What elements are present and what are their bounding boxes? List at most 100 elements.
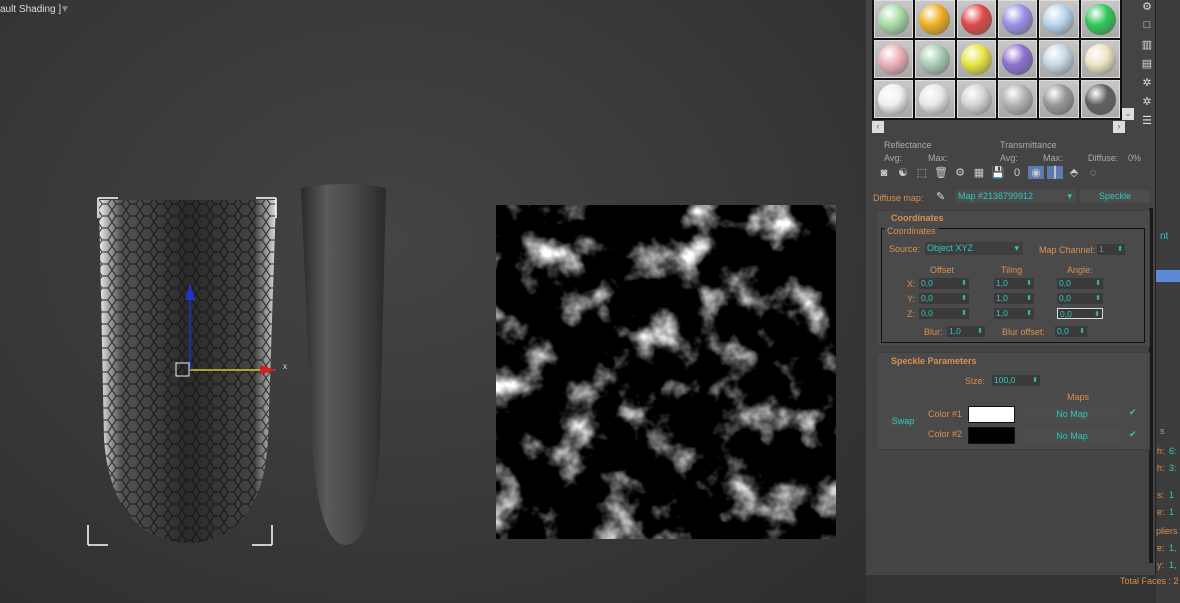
speckle-parameters-rollout: Speckle Parameters Size: 100,0 Maps Swap… (876, 352, 1150, 450)
diffuse-value: 0% (1128, 153, 1142, 163)
color2-swatch[interactable] (968, 427, 1015, 444)
backlight-icon[interactable]: ▥ (1138, 38, 1156, 57)
svg-text:x: x (283, 362, 287, 371)
uv-tiling-icon[interactable]: ✲ (1138, 76, 1156, 95)
color2-map-button[interactable]: No Map (1023, 428, 1121, 444)
material-slot[interactable] (874, 80, 914, 118)
scroll-down-button[interactable]: ⌄ (1122, 108, 1134, 120)
pick-material-icon[interactable]: ⚙ (1138, 0, 1156, 19)
material-slot[interactable] (874, 0, 914, 38)
toolbar-button-5-icon[interactable]: ▦ (971, 166, 987, 179)
eyedropper-icon[interactable]: ✎ (936, 190, 945, 203)
toolbar-button-11-icon[interactable]: ◌ (1085, 167, 1101, 179)
material-slot[interactable] (915, 80, 955, 118)
material-slot[interactable] (956, 0, 996, 38)
material-slot[interactable] (1080, 0, 1120, 38)
background-icon[interactable]: ▤ (1138, 57, 1156, 76)
source-label: Source: (889, 244, 921, 254)
speckle-rollout-title[interactable]: Speckle Parameters (891, 356, 977, 366)
material-sphere (919, 83, 951, 115)
color1-map-checkbox[interactable]: ✔ (1129, 407, 1137, 418)
axis-label: Z: (907, 309, 915, 319)
offset-field[interactable]: 0,0 (919, 293, 969, 304)
blur-offset-field[interactable]: 0,0 (1055, 326, 1087, 337)
angle-field[interactable]: 0,0 (1057, 278, 1103, 289)
avg-label-2: Avg: (1000, 153, 1018, 163)
material-slot[interactable] (997, 40, 1038, 78)
toolbar-button-3-icon[interactable]: 🗑 (933, 166, 949, 179)
material-toolbar: ◙ ☯ ⬚ 🗑 ⚙ ▦ 💾 0 ◉ ┃ ⬘ ◌ (876, 166, 1104, 179)
cmd-value-4[interactable]: 1 (1169, 507, 1174, 517)
material-slot[interactable] (1080, 80, 1120, 118)
toolbar-button-4-icon[interactable]: ⚙ (952, 166, 968, 179)
cmd-value-5[interactable]: 1, (1169, 543, 1177, 553)
map-name-dropdown[interactable]: Map #2138799912 ▾ (955, 190, 1076, 203)
toolbar-button-7-icon[interactable]: 0 (1009, 167, 1025, 179)
material-sphere (1084, 83, 1116, 115)
material-slot[interactable] (1039, 0, 1079, 38)
make-preview-icon[interactable]: ☰ (1138, 114, 1156, 133)
angle-field[interactable]: 0,0 (1057, 293, 1103, 304)
tiling-field[interactable]: 1,0 (994, 278, 1034, 289)
source-dropdown[interactable]: Object XYZ ▾ (925, 242, 1023, 255)
video-check-icon[interactable]: ✲ (1138, 95, 1156, 114)
cmd-value-6[interactable]: 1, (1169, 560, 1177, 570)
material-slot[interactable] (874, 40, 914, 78)
speckle-texture-preview (496, 205, 836, 539)
material-slot[interactable] (956, 80, 996, 118)
material-slot[interactable] (1039, 40, 1079, 78)
material-slot[interactable] (1039, 80, 1079, 118)
angle-field[interactable]: 0,0 (1057, 308, 1103, 320)
material-sphere (919, 3, 951, 35)
color1-map-button[interactable]: No Map (1023, 406, 1121, 422)
material-editor-side-toolbar: ⚙ □ ▥ ▤ ✲ ✲ ☰ (1138, 0, 1156, 133)
map-channel-field[interactable]: 1 (1097, 244, 1125, 255)
swap-button[interactable]: Swap (887, 415, 919, 428)
cmd-value-1[interactable]: 6: (1169, 446, 1177, 456)
avg-label: Avg: (884, 153, 902, 163)
size-label: Size: (965, 376, 986, 386)
scroll-right-button[interactable]: › (1113, 121, 1125, 133)
coordinates-rollout-title[interactable]: Coordinates (891, 213, 944, 223)
cmd-label-e1: e: (1157, 507, 1165, 517)
map-channel-label: Map Channel: (1039, 245, 1096, 255)
cmd-value-2[interactable]: 3: (1169, 463, 1177, 473)
material-slot[interactable] (915, 40, 955, 78)
toolbar-button-10-icon[interactable]: ⬘ (1066, 166, 1082, 179)
sample-type-icon[interactable]: □ (1138, 19, 1156, 38)
material-slot[interactable] (997, 0, 1038, 38)
cmd-label-h2: h: (1157, 463, 1165, 473)
sample-slots (872, 0, 1122, 120)
toolbar-button-2-icon[interactable]: ⬚ (914, 166, 930, 179)
hammered-cup: x (87, 197, 287, 546)
toolbar-button-9-icon[interactable]: ┃ (1047, 166, 1063, 179)
material-slot[interactable] (915, 0, 955, 38)
scroll-left-button[interactable]: ‹ (872, 121, 884, 133)
source-value: Object XYZ (927, 243, 974, 253)
axis-label: X: (907, 279, 916, 289)
toolbar-button-6-icon[interactable]: 💾 (990, 166, 1006, 179)
cmd-label-y: y: (1157, 560, 1165, 570)
toolbar-button-8-icon[interactable]: ◉ (1028, 166, 1044, 179)
tiling-field[interactable]: 1,0 (994, 293, 1034, 304)
material-slot[interactable] (956, 40, 996, 78)
blur-field[interactable]: 1,0 (947, 326, 985, 337)
material-sphere (878, 3, 910, 35)
toolbar-button-0-icon[interactable]: ◙ (876, 167, 892, 179)
size-field[interactable]: 100,0 (992, 375, 1040, 386)
cmd-label-e2: e: (1157, 543, 1165, 553)
offset-field[interactable]: 0,0 (919, 308, 969, 319)
material-slot[interactable] (997, 80, 1038, 118)
tiling-field[interactable]: 1,0 (994, 308, 1034, 319)
color1-swatch[interactable] (968, 406, 1015, 423)
offset-field[interactable]: 0,0 (919, 278, 969, 289)
toolbar-button-1-icon[interactable]: ☯ (895, 166, 911, 179)
map-type-button[interactable]: Speckle (1080, 190, 1150, 203)
material-slot[interactable] (1080, 40, 1120, 78)
cmd-value-3[interactable]: 1 (1169, 490, 1174, 500)
cmd-label-s1: s: (1157, 490, 1165, 500)
material-sphere (1043, 3, 1075, 35)
cmd-text-s: s (1160, 426, 1165, 436)
viewport[interactable]: ault Shading ] ▼ x (0, 0, 866, 603)
color2-map-checkbox[interactable]: ✔ (1129, 429, 1137, 440)
